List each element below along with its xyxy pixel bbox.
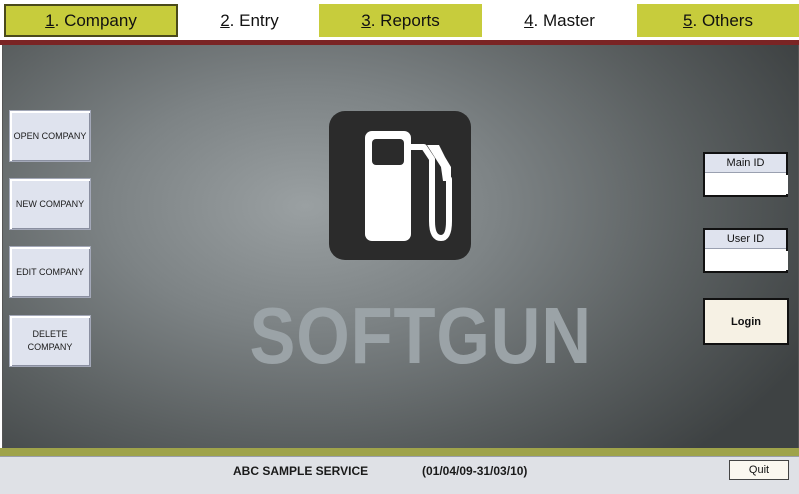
login-button[interactable]: Login: [703, 298, 789, 345]
brand-name: SOFTGUN: [249, 291, 592, 380]
quit-button[interactable]: Quit: [729, 460, 789, 480]
financial-period: (01/04/09-31/03/10): [422, 464, 528, 478]
tab-company-key: 1: [45, 10, 55, 30]
tab-entry-key: 2: [220, 10, 230, 30]
tab-others-key: 5: [683, 10, 693, 30]
tab-master-key: 4: [524, 10, 534, 30]
tab-others[interactable]: 5. Others: [637, 4, 799, 37]
tab-reports-key: 3: [361, 10, 371, 30]
user-id-label: User ID: [705, 230, 786, 249]
tab-company[interactable]: 1. Company: [4, 4, 178, 37]
status-bar: [0, 456, 799, 494]
user-id-input[interactable]: [707, 251, 788, 270]
tab-master-label: . Master: [533, 10, 595, 30]
tab-company-label: . Company: [54, 10, 137, 30]
tab-others-label: . Others: [692, 10, 753, 30]
bottom-divider: [0, 448, 799, 456]
user-id-field: User ID: [703, 228, 788, 273]
tab-reports[interactable]: 3. Reports: [319, 4, 482, 37]
fuel-pump-icon: [329, 111, 471, 260]
new-company-button[interactable]: NEW COMPANY: [9, 178, 91, 230]
main-id-field: Main ID: [703, 152, 788, 197]
main-id-label: Main ID: [705, 154, 786, 173]
main-menu-bar: 1. Company 2. Entry 3. Reports 4. Master…: [0, 0, 799, 40]
tab-reports-label: . Reports: [370, 10, 440, 30]
delete-company-button[interactable]: DELETE COMPANY: [9, 315, 91, 367]
company-name: ABC SAMPLE SERVICE: [233, 464, 369, 478]
main-id-input[interactable]: [707, 175, 788, 194]
tab-entry-label: . Entry: [229, 10, 279, 30]
edit-company-button[interactable]: EDIT COMPANY: [9, 246, 91, 298]
tab-master[interactable]: 4. Master: [482, 4, 637, 37]
open-company-button[interactable]: OPEN COMPANY: [9, 110, 91, 162]
tab-entry[interactable]: 2. Entry: [180, 4, 319, 37]
